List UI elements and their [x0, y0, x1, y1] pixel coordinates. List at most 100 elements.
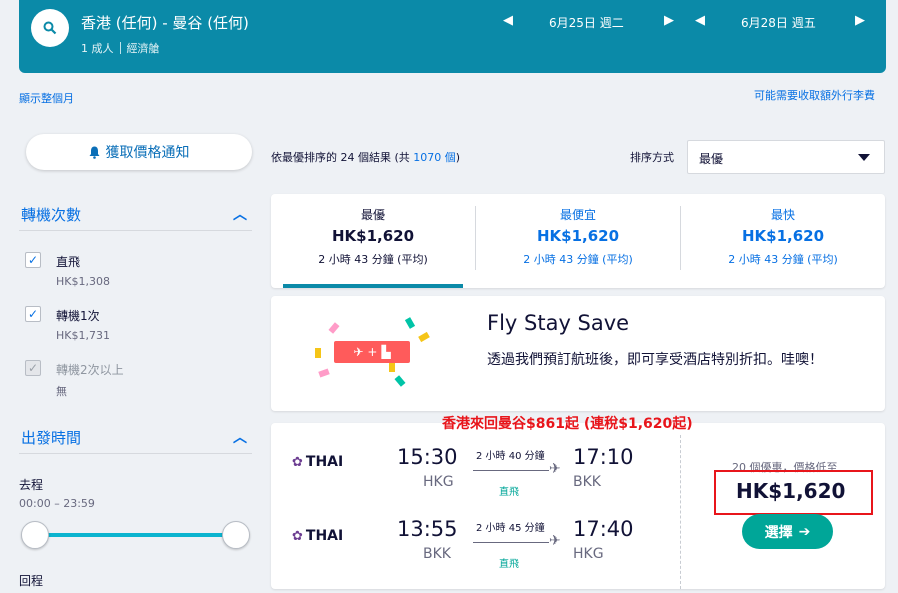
return-date[interactable]: 6月28日 週五 [741, 14, 816, 31]
confetti-shape [389, 362, 395, 372]
chevron-up-icon[interactable]: ︿ [233, 427, 247, 447]
promo-title: Fly Stay Save [487, 311, 630, 335]
tab-duration: 2 小時 43 分鐘 (平均) [523, 253, 633, 266]
return-date-prev-icon[interactable]: ◀ [695, 13, 705, 28]
flight-price: HK$1,620 [736, 479, 846, 503]
confetti-shape [418, 331, 430, 343]
plane-icon: ✈ [549, 461, 561, 477]
tab-price: HK$1,620 [331, 227, 415, 245]
select-flight-button[interactable]: 選擇 ➔ [742, 514, 833, 549]
outbound-time-label: 去程 [19, 478, 44, 492]
stops-direct-checkbox[interactable]: ✓ [25, 252, 41, 268]
stops-two-plus-checkbox: ✓ [25, 360, 41, 376]
divider [19, 453, 252, 454]
return-time-label: 回程 [19, 574, 44, 588]
tab-label: 最便宜 [559, 208, 596, 222]
stops-two-plus-label: 轉機2次以上 [56, 363, 124, 377]
tab-cheapest[interactable]: 最便宜 HK$1,620 2 小時 43 分鐘 (平均) [476, 194, 680, 288]
search-icon [43, 21, 57, 35]
outbound-time-slider-max-handle[interactable] [222, 521, 250, 549]
outbound-departure-airport: HKG [423, 474, 454, 490]
stops-direct-label[interactable]: 直飛 [56, 253, 80, 270]
tab-fastest[interactable]: 最快 HK$1,620 2 小時 43 分鐘 (平均) [681, 194, 885, 288]
price-alert-button[interactable]: 獲取價格通知 [26, 134, 252, 170]
flight-hotel-badge: ✈ + ▙ [334, 341, 410, 363]
depart-date-prev-icon[interactable]: ◀ [503, 13, 513, 28]
results-summary: 依最優排序的 24 個結果 (共 1070 個) [271, 149, 460, 165]
divider [19, 230, 252, 231]
stops-one-label[interactable]: 轉機1次 [56, 307, 100, 324]
divider [680, 435, 681, 589]
results-total-link[interactable]: 1070 個 [413, 151, 456, 164]
inbound-duration: 2 小時 45 分鐘 [476, 523, 545, 534]
departure-time-filter-title[interactable]: 出發時間 [21, 427, 81, 448]
search-button[interactable] [31, 9, 69, 47]
check-icon: ✓ [27, 361, 39, 375]
passengers: 1 成人 [81, 42, 114, 55]
outbound-duration: 2 小時 40 分鐘 [476, 451, 545, 462]
outbound-time-slider-min-handle[interactable] [21, 521, 49, 549]
stops-two-plus-price: 無 [56, 385, 67, 398]
sort-selected-value: 最優 [699, 152, 724, 166]
arrow-right-icon: ➔ [798, 523, 811, 540]
chevron-up-icon[interactable]: ︿ [233, 204, 247, 224]
active-tab-indicator [283, 284, 463, 288]
thai-orchid-icon: ✿ [292, 528, 303, 544]
airline-logo-outbound: ✿ THAI [292, 454, 343, 470]
fly-stay-save-promo[interactable]: ✈ + ▙ Fly Stay Save 透過我們預訂航班後，即可享受酒店特別折扣… [271, 296, 885, 411]
stops-direct-price: HK$1,308 [56, 275, 110, 288]
confetti-shape [394, 375, 406, 387]
outbound-stops: 直飛 [499, 487, 519, 498]
divider [119, 42, 121, 54]
outbound-time-range: 00:00 – 23:59 [19, 497, 95, 510]
extra-baggage-fees-link[interactable]: 可能需要收取額外行李費 [754, 87, 875, 103]
plane-icon: ✈ [353, 345, 364, 359]
flight-result-card[interactable]: ✿ THAI 15:30 HKG 2 小時 40 分鐘 ✈ 直飛 17:10 BK… [271, 423, 885, 589]
return-date-next-icon[interactable]: ▶ [855, 13, 865, 28]
sort-select[interactable]: 最優 [687, 140, 885, 174]
confetti-shape [404, 317, 416, 329]
confetti-shape [315, 348, 321, 358]
tab-duration: 2 小時 43 分鐘 (平均) [318, 253, 428, 266]
check-icon: ✓ [27, 253, 39, 267]
show-whole-month-link[interactable]: 顯示整個月 [19, 90, 74, 106]
select-label: 選擇 [764, 524, 793, 541]
tab-label: 最優 [360, 208, 385, 222]
stops-one-checkbox[interactable]: ✓ [25, 306, 41, 322]
passenger-cabin-summary[interactable]: 1 成人 經濟艙 [81, 40, 160, 56]
sort-tabs: 最優 HK$1,620 2 小時 43 分鐘 (平均) 最便宜 HK$1,620… [271, 194, 885, 288]
outbound-arrival-time: 17:10 [573, 445, 634, 469]
confetti-shape [318, 368, 330, 378]
tab-price: HK$1,620 [536, 227, 620, 245]
plane-icon: ✈ [549, 533, 561, 549]
tab-duration: 2 小時 43 分鐘 (平均) [728, 253, 838, 266]
bed-icon: ▙ [381, 345, 391, 359]
results-summary-suffix: ) [455, 151, 461, 164]
tab-best[interactable]: 最優 HK$1,620 2 小時 43 分鐘 (平均) [271, 194, 475, 288]
price-alert-label: 獲取價格通知 [105, 145, 190, 161]
plus-sign: + [367, 345, 378, 359]
confetti-shape [328, 322, 340, 334]
bell-icon [89, 146, 99, 159]
airline-name: THAI [305, 454, 344, 470]
cabin-class: 經濟艙 [126, 42, 160, 55]
depart-date[interactable]: 6月25日 週二 [549, 14, 624, 31]
outbound-arrival-airport: BKK [573, 474, 601, 490]
thai-orchid-icon: ✿ [292, 454, 303, 470]
price-annotation-caption: 香港來回曼谷$861起 (連稅$1,620起) [442, 416, 693, 432]
outbound-time-slider-track[interactable] [36, 533, 236, 537]
search-summary-header: 香港 (任何) - 曼谷 (任何) 1 成人 經濟艙 ◀ 6月25日 週二 ▶ ◀… [19, 0, 886, 73]
sort-label: 排序方式 [630, 151, 674, 164]
inbound-arrival-time: 17:40 [573, 517, 634, 541]
promo-text: 透過我們預訂航班後，即可享受酒店特別折扣。哇噢！ [487, 352, 823, 368]
tab-label: 最快 [770, 208, 795, 222]
tab-price: HK$1,620 [741, 227, 825, 245]
route-title[interactable]: 香港 (任何) - 曼谷 (任何) [81, 12, 249, 33]
airline-logo-inbound: ✿ THAI [292, 528, 343, 544]
inbound-arrival-airport: HKG [573, 546, 604, 562]
inbound-stops: 直飛 [499, 559, 519, 570]
airline-name: THAI [305, 528, 344, 544]
stops-filter-title[interactable]: 轉機次數 [21, 204, 81, 225]
depart-date-next-icon[interactable]: ▶ [664, 13, 674, 28]
inbound-departure-airport: BKK [423, 546, 451, 562]
